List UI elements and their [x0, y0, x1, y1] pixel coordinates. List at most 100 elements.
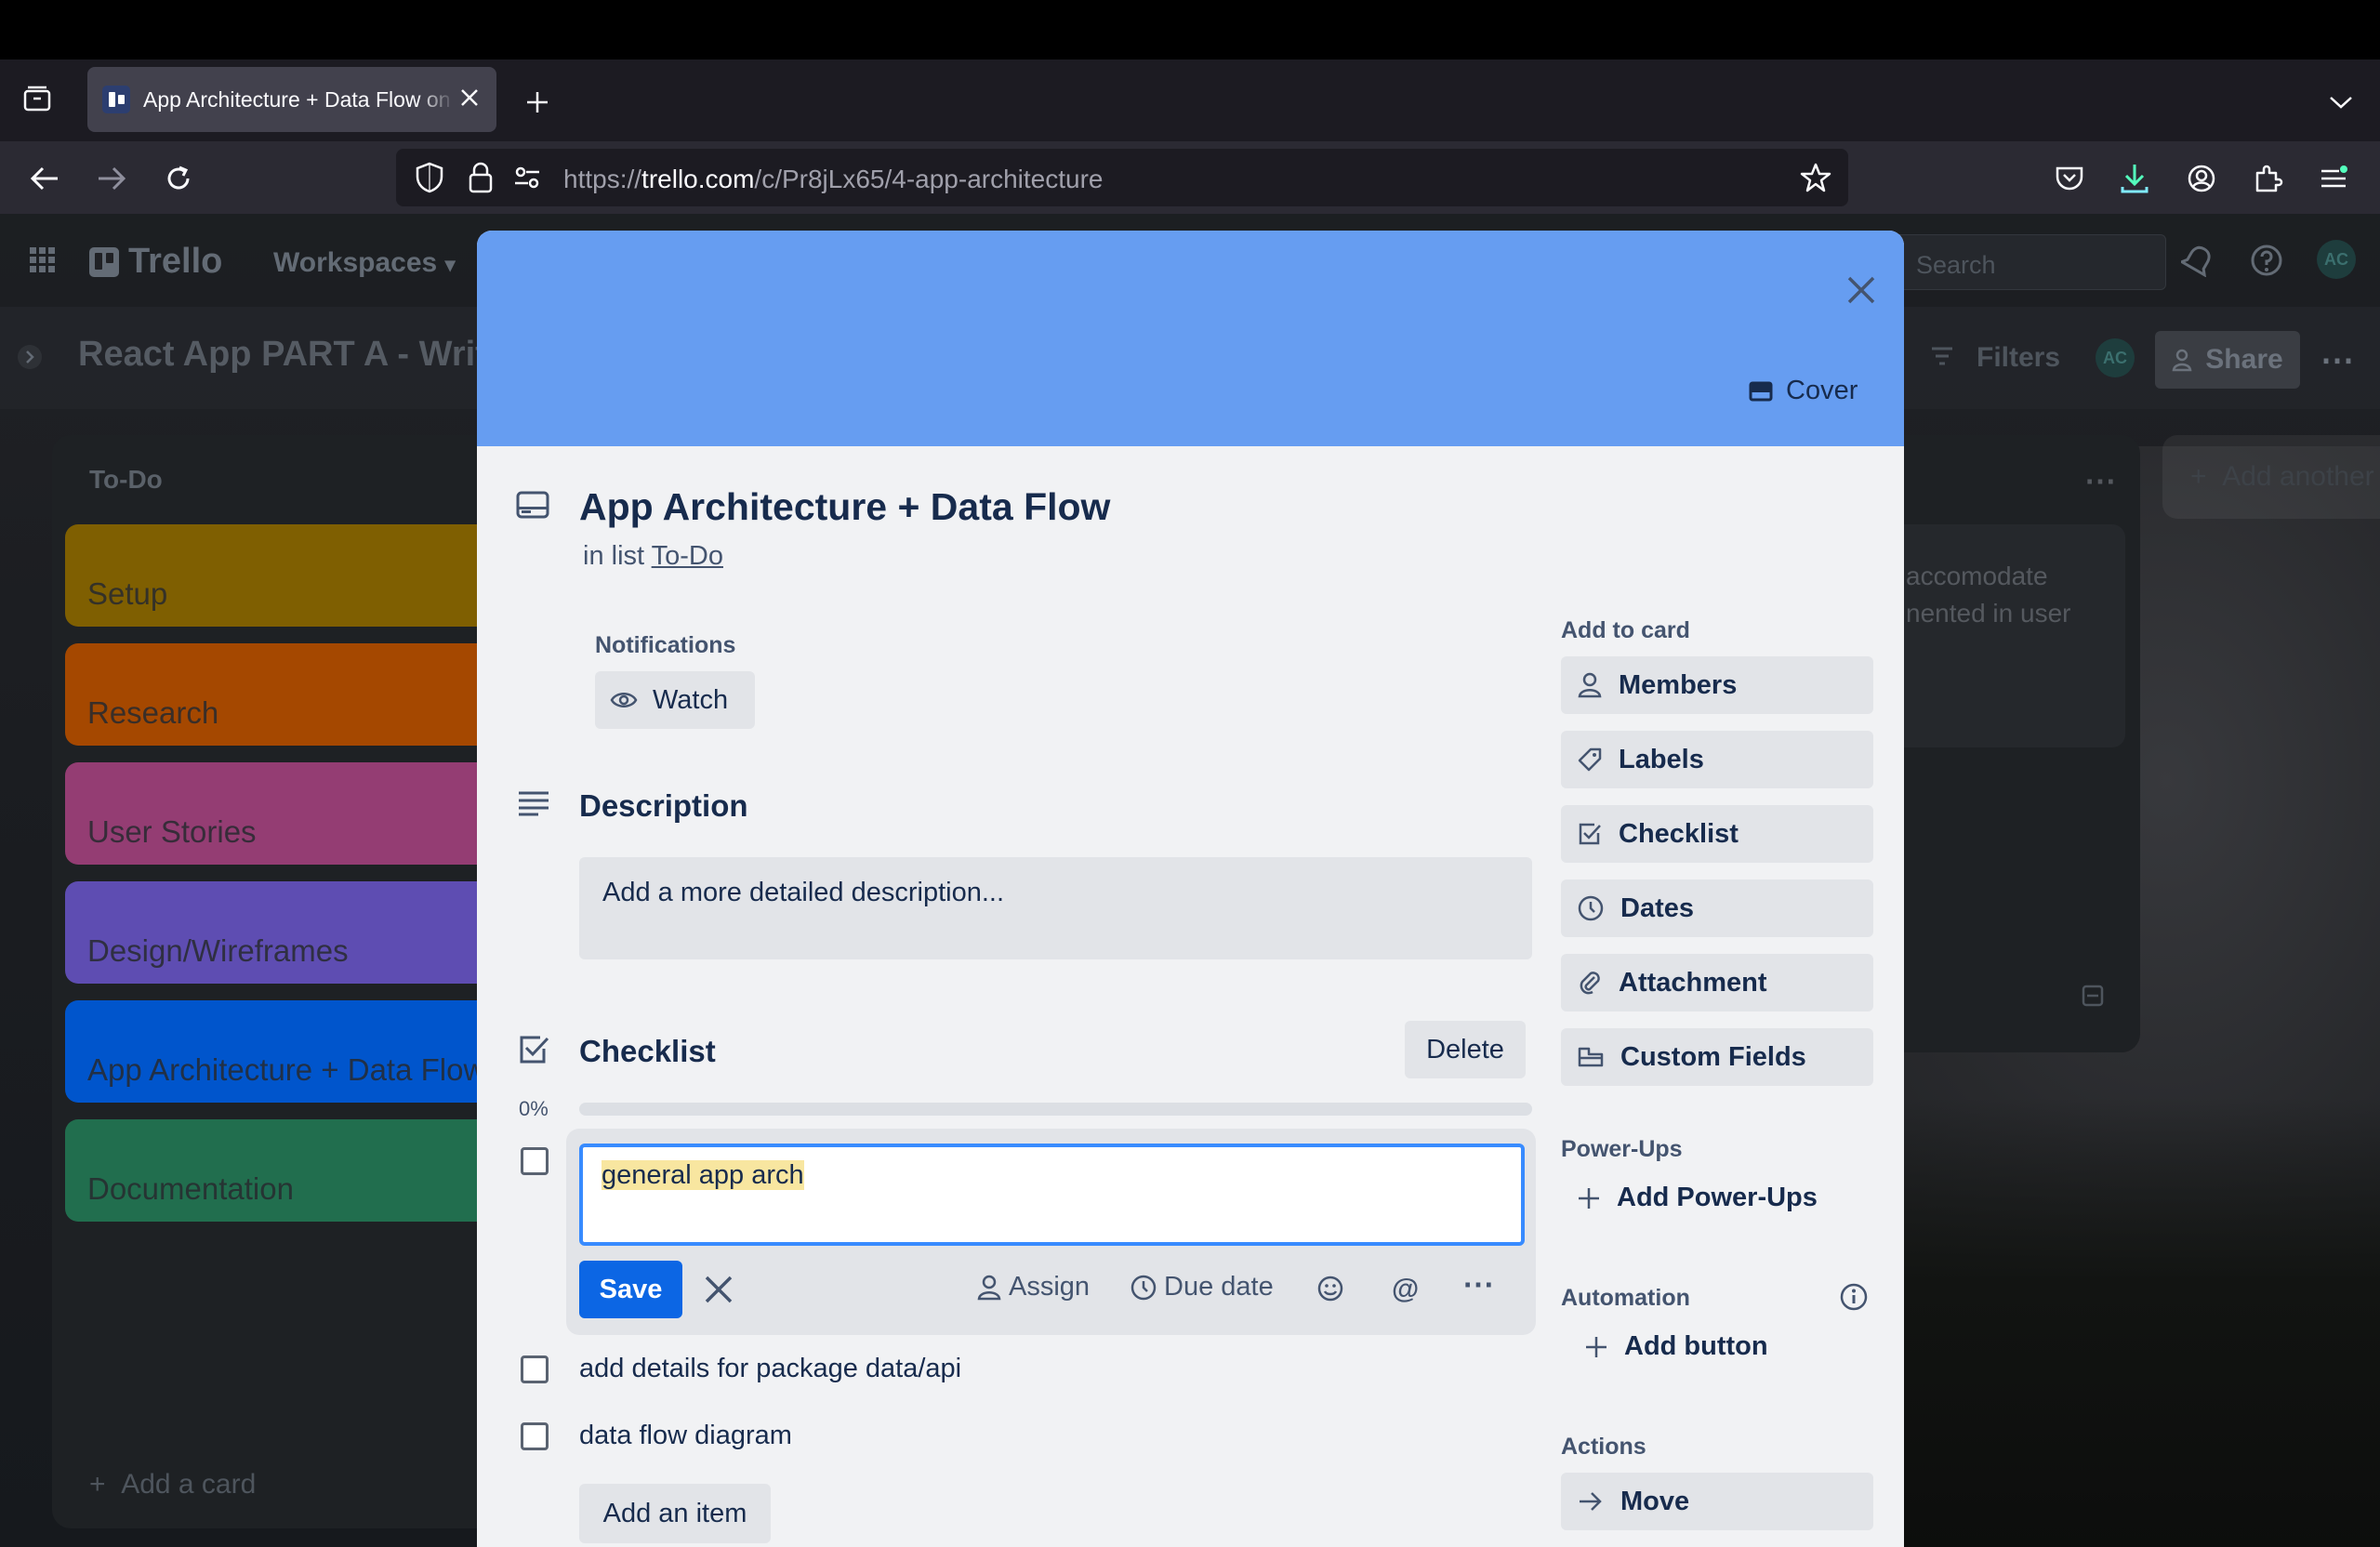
actions-label: Actions	[1561, 1434, 1646, 1460]
checklist-item[interactable]: add details for package data/api	[579, 1354, 961, 1384]
info-icon[interactable]	[1840, 1283, 1868, 1311]
card-list-location: in list To-Do	[583, 541, 723, 571]
description-field[interactable]: Add a more detailed description...	[579, 857, 1532, 959]
avatar[interactable]: AC	[2317, 240, 2356, 279]
list-card[interactable]: Setup	[65, 524, 549, 627]
checklist-progress-bar	[579, 1103, 1532, 1116]
mention-icon[interactable]: @	[1392, 1274, 1419, 1305]
label-icon	[1578, 747, 1602, 772]
checklist-item-input[interactable]: general app arch	[579, 1144, 1525, 1246]
url-bar[interactable]: https://trello.com/c/Pr8jLx65/4-app-arch…	[396, 149, 1848, 206]
permissions-icon[interactable]	[513, 165, 541, 190]
custom-fields-icon	[1578, 1047, 1604, 1067]
card-template-icon[interactable]	[2081, 984, 2105, 1008]
plus-icon	[1579, 1187, 1599, 1209]
checklist-icon	[518, 1034, 549, 1065]
save-button[interactable]: Save	[579, 1261, 682, 1318]
shield-icon[interactable]	[415, 162, 444, 193]
board-member-avatar[interactable]: AC	[2096, 338, 2135, 377]
eye-icon	[610, 693, 638, 707]
custom-fields-button[interactable]: Custom Fields	[1561, 1028, 1873, 1086]
notifications-label: Notifications	[595, 632, 736, 658]
browser-tab-strip: App Architecture + Data Flow on	[0, 60, 2380, 141]
filters-button[interactable]: Filters	[1977, 342, 2060, 374]
move-button[interactable]: Move	[1561, 1473, 1873, 1530]
app-menu-icon[interactable]	[2311, 156, 2356, 201]
trello-logo[interactable]: Trello	[89, 242, 222, 282]
list-menu-icon[interactable]: ⋯	[2084, 463, 2116, 500]
close-tab-icon[interactable]	[459, 87, 480, 108]
assign-button[interactable]: Assign	[977, 1272, 1090, 1302]
pocket-icon[interactable]	[2047, 156, 2092, 201]
notifications-bell-icon[interactable]	[2181, 244, 2215, 277]
labels-button[interactable]: Labels	[1561, 731, 1873, 788]
trello-logo-icon	[89, 246, 119, 277]
card-snippet: accomodate nented in user	[1906, 562, 2071, 628]
close-modal-icon[interactable]	[1831, 260, 1891, 320]
checklist-item-checkbox[interactable]	[521, 1355, 549, 1383]
downloads-icon[interactable]	[2112, 156, 2157, 201]
reload-icon[interactable]	[156, 156, 201, 201]
power-ups-label: Power-Ups	[1561, 1136, 1683, 1162]
plus-icon	[1586, 1336, 1606, 1357]
list-card[interactable]: User Stories	[65, 762, 549, 865]
checklist-icon	[1579, 823, 1601, 845]
checklist-item[interactable]: data flow diagram	[579, 1421, 792, 1451]
add-list-button[interactable]: + Add another list	[2162, 435, 2380, 519]
add-power-ups-button[interactable]: Add Power-Ups	[1578, 1183, 1818, 1213]
attachment-button[interactable]: Attachment	[1561, 954, 1873, 1012]
list-card[interactable]: Research	[65, 643, 549, 746]
lock-icon[interactable]	[469, 162, 493, 193]
list-all-tabs-icon[interactable]	[2320, 82, 2361, 123]
list-card[interactable]: Documentation	[65, 1119, 549, 1222]
list-title[interactable]: To-Do	[89, 465, 163, 495]
card-detail-modal: Cover App Architecture + Data Flow in li…	[477, 231, 1904, 1547]
cancel-edit-icon[interactable]	[703, 1274, 734, 1305]
filter-icon	[1930, 346, 1954, 366]
workspaces-menu[interactable]: Workspaces ▾	[273, 247, 456, 279]
checklist-button[interactable]: Checklist	[1561, 805, 1873, 863]
automation-label: Automation	[1561, 1285, 1690, 1311]
add-automation-button[interactable]: Add button	[1585, 1331, 1768, 1362]
due-date-button[interactable]: Due date	[1130, 1272, 1274, 1302]
list-card[interactable]: App Architecture + Data Flow	[65, 1000, 549, 1103]
checklist-item-checkbox[interactable]	[521, 1147, 549, 1175]
back-icon[interactable]	[22, 156, 67, 201]
trello-favicon-icon	[102, 86, 130, 113]
checklist-heading[interactable]: Checklist	[579, 1034, 716, 1069]
add-item-button[interactable]: Add an item	[579, 1484, 771, 1543]
emoji-icon[interactable]	[1317, 1276, 1343, 1302]
watch-button[interactable]: Watch	[595, 671, 755, 729]
dates-button[interactable]: Dates	[1561, 879, 1873, 937]
list-link[interactable]: To-Do	[652, 541, 723, 571]
card-title[interactable]: App Architecture + Data Flow	[579, 485, 1110, 529]
share-button[interactable]: Share	[2155, 331, 2300, 389]
members-button[interactable]: Members	[1561, 656, 1873, 714]
app-switcher-icon[interactable]	[28, 245, 58, 275]
cover-button[interactable]: Cover	[1749, 376, 1858, 406]
tab-overview-icon[interactable]	[17, 78, 58, 119]
add-member-icon	[2172, 349, 2192, 372]
bookmark-star-icon[interactable]	[1800, 162, 1831, 193]
assign-icon	[977, 1275, 1001, 1300]
cover-icon	[1749, 381, 1773, 401]
add-card-button[interactable]: + Add a card	[89, 1469, 256, 1501]
add-to-card-label: Add to card	[1561, 617, 1690, 643]
delete-checklist-button[interactable]: Delete	[1405, 1021, 1526, 1078]
description-icon	[518, 790, 549, 816]
search-input[interactable]: Search	[1869, 234, 2166, 290]
expand-sidebar-icon[interactable]	[17, 344, 43, 370]
list-card[interactable]: Design/Wireframes	[65, 881, 549, 984]
account-icon[interactable]	[2179, 156, 2224, 201]
more-options-icon[interactable]: ⋯	[1462, 1266, 1494, 1303]
clock-icon	[1130, 1275, 1157, 1300]
new-tab-icon[interactable]	[517, 82, 558, 123]
board-menu-icon[interactable]: ⋯	[2320, 340, 2356, 379]
checklist-item-checkbox[interactable]	[521, 1422, 549, 1450]
help-icon[interactable]	[2250, 244, 2283, 277]
url-text[interactable]: https://trello.com/c/Pr8jLx65/4-app-arch…	[563, 165, 1104, 194]
board-title[interactable]: React App PART A - Writing	[78, 335, 540, 375]
forward-icon[interactable]	[89, 156, 134, 201]
extensions-icon[interactable]	[2246, 156, 2291, 201]
browser-tab-active[interactable]: App Architecture + Data Flow on	[87, 67, 496, 132]
